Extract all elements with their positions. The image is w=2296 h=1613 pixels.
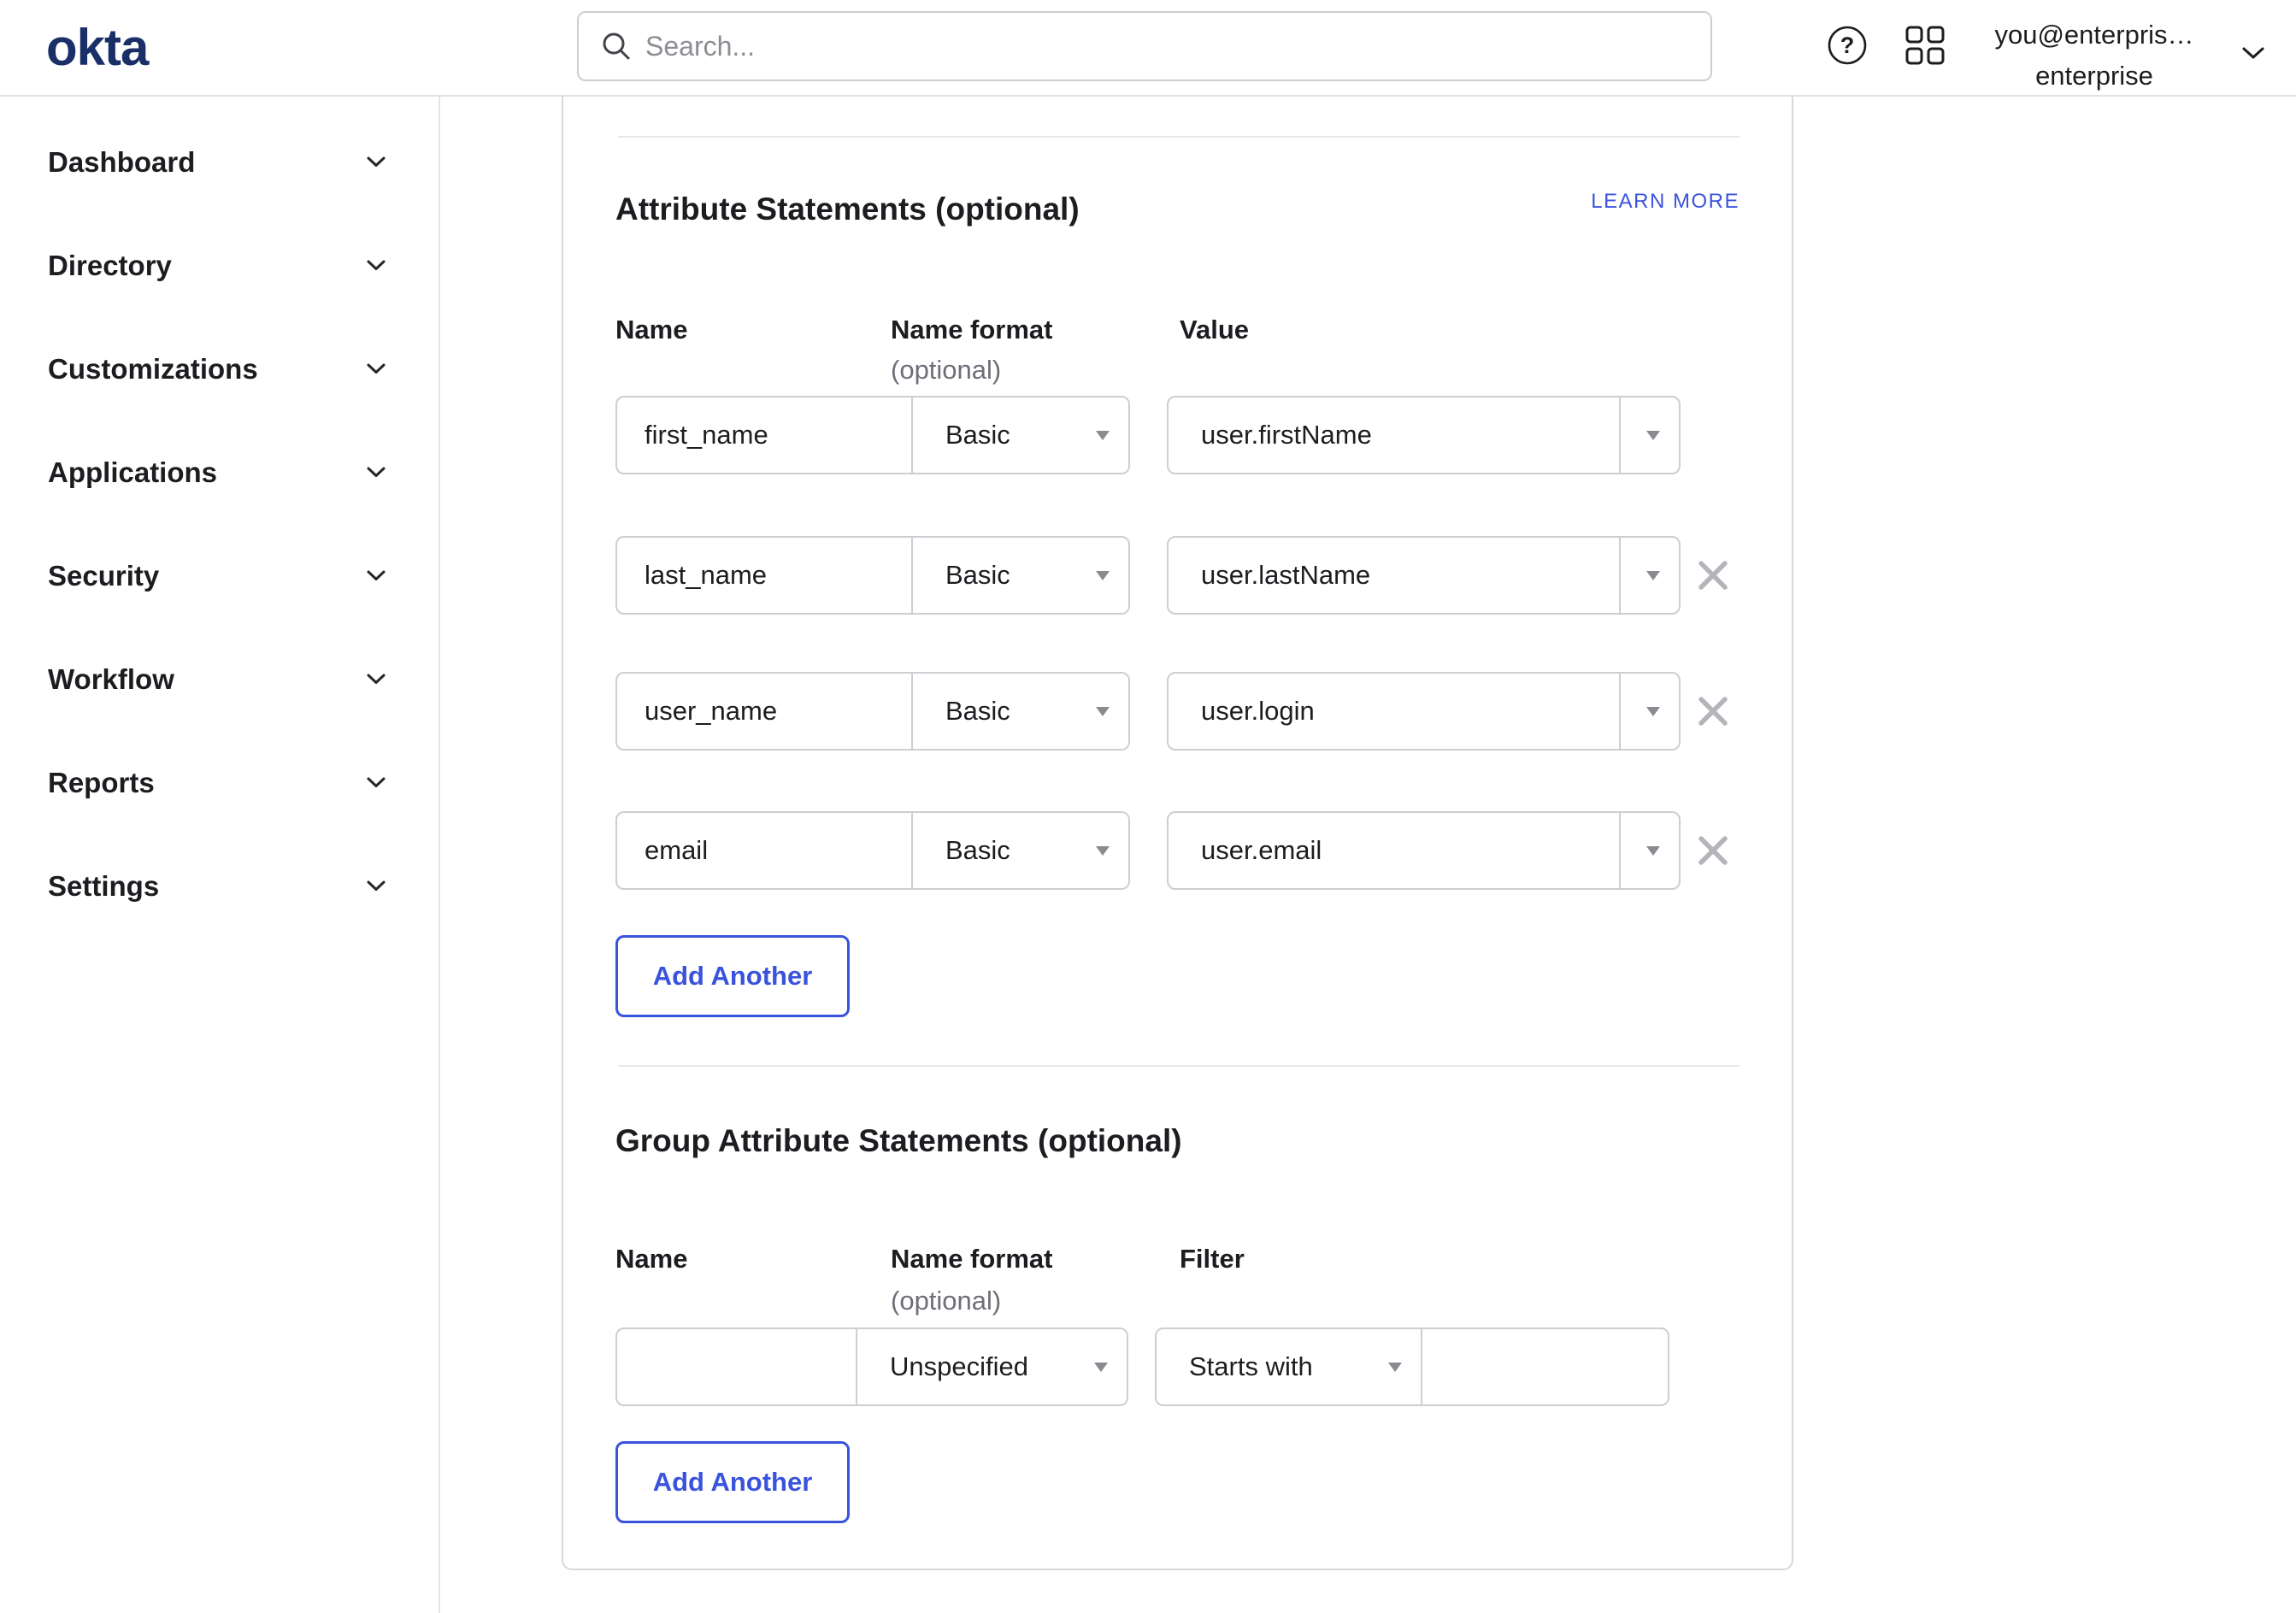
value-dropdown-button[interactable]: [1619, 813, 1679, 888]
filter-type-select[interactable]: Starts with: [1157, 1329, 1421, 1404]
column-header-name-format: Name format: [891, 1244, 1053, 1274]
group-filter-group: Starts with: [1155, 1327, 1669, 1406]
group-name-group: Unspecified: [615, 1327, 1128, 1406]
name-format-select[interactable]: Basic: [911, 674, 1128, 749]
user-org: enterprise: [2035, 61, 2153, 91]
column-header-name: Name: [615, 1244, 688, 1274]
attribute-value-input[interactable]: [1169, 538, 1619, 613]
select-caret-icon: [1646, 571, 1660, 580]
user-menu[interactable]: you@enterpris… enterprise: [1980, 15, 2209, 97]
select-caret-icon: [1096, 431, 1110, 440]
select-caret-icon: [1646, 707, 1660, 716]
topbar: okta ? you@enterpris… enterprise: [0, 0, 2296, 97]
value-dropdown-button[interactable]: [1619, 397, 1679, 473]
attribute-value-input[interactable]: [1169, 674, 1619, 749]
apps-grid-button[interactable]: [1905, 25, 1946, 66]
section-divider-middle: [618, 1065, 1740, 1067]
attribute-name-input[interactable]: [617, 813, 911, 888]
filter-value-input[interactable]: [1421, 1329, 1668, 1404]
okta-logo[interactable]: okta: [46, 0, 149, 95]
content-layer: Attribute Statements (optional) LEARN MO…: [0, 0, 2296, 1613]
global-search: [577, 11, 1712, 81]
close-icon: [1698, 561, 1728, 590]
value-dropdown-button[interactable]: [1619, 674, 1679, 749]
group-attribute-row: Unspecified Starts with: [615, 1327, 1740, 1406]
search-input[interactable]: [632, 13, 1710, 79]
select-caret-icon: [1096, 571, 1110, 580]
name-format-select[interactable]: Basic: [911, 813, 1128, 888]
name-format-select-value: Basic: [945, 696, 1010, 726]
svg-text:?: ?: [1840, 32, 1855, 58]
chevron-down-icon: [2242, 47, 2264, 59]
column-header-name: Name: [615, 315, 688, 344]
value-dropdown-button[interactable]: [1619, 538, 1679, 613]
attribute-statements-title: Attribute Statements (optional): [615, 191, 1080, 227]
add-another-attribute-button[interactable]: Add Another: [615, 935, 850, 1017]
select-caret-icon: [1096, 846, 1110, 856]
remove-row-button[interactable]: [1697, 559, 1729, 592]
select-caret-icon: [1096, 707, 1110, 716]
section-divider-top: [618, 136, 1740, 138]
attribute-name-input[interactable]: [617, 538, 911, 613]
attribute-value-input[interactable]: [1169, 397, 1619, 473]
select-caret-icon: [1646, 431, 1660, 440]
remove-row-button[interactable]: [1697, 834, 1729, 867]
select-caret-icon: [1094, 1363, 1108, 1372]
attribute-value-group: [1167, 672, 1681, 751]
name-format-select-value: Basic: [945, 835, 1010, 865]
attribute-row: Basic: [615, 536, 1740, 615]
attribute-name-input[interactable]: [617, 397, 911, 473]
attribute-row: Basic: [615, 396, 1740, 474]
select-caret-icon: [1646, 846, 1660, 856]
remove-row-button[interactable]: [1697, 695, 1729, 727]
attribute-name-group: Basic: [615, 811, 1130, 890]
attribute-name-group: Basic: [615, 672, 1130, 751]
name-format-select-value: Basic: [945, 420, 1010, 450]
name-format-optional-label: (optional): [891, 355, 1002, 385]
close-icon: [1698, 836, 1728, 865]
name-format-optional-label: (optional): [891, 1286, 1002, 1316]
add-another-group-attribute-button[interactable]: Add Another: [615, 1441, 850, 1523]
group-name-format-select-value: Unspecified: [890, 1351, 1028, 1381]
attribute-value-group: [1167, 811, 1681, 890]
column-header-name-format: Name format: [891, 315, 1053, 344]
column-header-filter: Filter: [1180, 1244, 1245, 1274]
help-icon: ?: [1828, 26, 1867, 65]
attribute-name-group: Basic: [615, 396, 1130, 474]
attribute-value-input[interactable]: [1169, 813, 1619, 888]
name-format-select-value: Basic: [945, 560, 1010, 590]
group-name-input[interactable]: [617, 1329, 856, 1404]
name-format-select[interactable]: Basic: [911, 538, 1128, 613]
help-button[interactable]: ?: [1827, 25, 1868, 66]
user-menu-toggle[interactable]: [2241, 46, 2265, 62]
group-attribute-statements-title: Group Attribute Statements (optional): [615, 1123, 1182, 1158]
close-icon: [1698, 697, 1728, 726]
attribute-name-input[interactable]: [617, 674, 911, 749]
attribute-row: Basic: [615, 811, 1740, 890]
user-email: you@enterpris…: [1994, 20, 2194, 50]
name-format-select[interactable]: Basic: [911, 397, 1128, 473]
group-name-format-select[interactable]: Unspecified: [856, 1329, 1127, 1404]
filter-type-select-value: Starts with: [1189, 1351, 1313, 1381]
column-header-value: Value: [1180, 315, 1249, 344]
search-icon: [603, 32, 630, 60]
attribute-value-group: [1167, 536, 1681, 615]
attribute-row: Basic: [615, 672, 1740, 751]
learn-more-link[interactable]: LEARN MORE: [1591, 183, 1740, 221]
attribute-name-group: Basic: [615, 536, 1130, 615]
grid-icon: [1905, 26, 1945, 65]
select-caret-icon: [1388, 1363, 1402, 1372]
attribute-value-group: [1167, 396, 1681, 474]
